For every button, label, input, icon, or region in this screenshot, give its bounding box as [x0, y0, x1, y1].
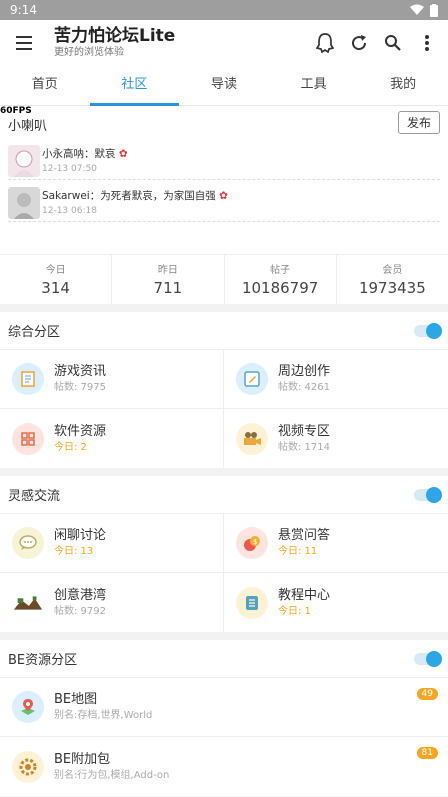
section-toggle[interactable] [414, 322, 442, 339]
tab-bar: 首页 社区 导读 工具 我的 [0, 66, 448, 106]
coins-icon: $ [236, 527, 268, 559]
fps-counter: 60FPS [0, 106, 32, 116]
message-text: Sakarwei：为死者默哀，为家国自强 [42, 189, 216, 202]
app-title: 苦力怕论坛Lite [54, 26, 176, 46]
count-badge: 81 [416, 747, 438, 759]
pencil-icon [236, 363, 268, 395]
battery-icon [430, 3, 438, 17]
refresh-icon[interactable] [348, 32, 370, 54]
rose-icon: ✿ [118, 147, 128, 160]
more-vert-icon[interactable] [416, 32, 438, 54]
tab-home[interactable]: 首页 [0, 66, 90, 105]
book-icon [236, 586, 268, 619]
forum-video[interactable]: 视频专区 帖数: 1714 [224, 409, 448, 468]
forum-be-addons[interactable]: BE附加包 别名:行为包,模组,Add-on 81 [0, 737, 448, 796]
map-pin-icon [12, 691, 44, 723]
tab-tools[interactable]: 工具 [269, 66, 359, 105]
chat-message[interactable]: Sakarwei：为死者默哀，为家国自强 ✿ 12-13 06:18 [8, 184, 440, 222]
section-title: 灵感交流 [8, 489, 61, 504]
section-title: BE资源分区 [8, 653, 78, 668]
stat-members: 会员 1973435 [358, 265, 426, 297]
stat-posts: 帖子 10186797 [225, 255, 337, 304]
status-bar: 9:14 [0, 0, 448, 20]
video-camera-icon [236, 422, 268, 455]
tab-guide[interactable]: 导读 [179, 66, 269, 105]
forum-game-news[interactable]: 游戏资讯 帖数: 7975 [0, 350, 224, 409]
svg-text:$: $ [253, 538, 257, 546]
gear-icon [12, 750, 44, 783]
message-time: 12-13 06:18 [42, 205, 97, 216]
wifi-icon [410, 4, 424, 15]
avatar [8, 144, 40, 177]
message-text: 小永高呐：默哀 [42, 147, 116, 160]
island-icon [12, 587, 44, 619]
stats-bar: 今日 314 昨日 711 帖子 10186797 会员 1973435 [0, 254, 448, 304]
tab-community[interactable]: 社区 [89, 66, 180, 106]
section-be: BE资源分区 BE地图 别名:存档,世界,World 49 BE附加包 别名:行为包… [0, 640, 448, 796]
forum-creative-harbor[interactable]: 创意港湾 帖数: 9792 [0, 573, 224, 632]
count-badge: 49 [416, 688, 438, 700]
chat-panel: 60FPS 小喇叭 发布 小永高呐：默哀 ✿ 12-13 07:50 Sakar… [0, 106, 448, 254]
stat-today: 今日 314 [0, 255, 113, 304]
apps-icon [12, 422, 44, 455]
ghost-icon[interactable] [314, 32, 336, 54]
chat-bubble-icon [12, 527, 44, 559]
forum-fan-creation[interactable]: 周边创作 帖数: 4261 [224, 350, 448, 409]
search-icon[interactable] [382, 32, 404, 54]
status-time: 9:14 [10, 3, 37, 17]
forum-chat[interactable]: 闲聊讨论 今日: 13 [0, 514, 224, 573]
document-icon [12, 363, 44, 395]
chat-message[interactable]: 小永高呐：默哀 ✿ 12-13 07:50 [8, 142, 440, 180]
post-button[interactable]: 发布 [397, 110, 440, 134]
forum-be-maps[interactable]: BE地图 别名:存档,世界,World 49 [0, 678, 448, 737]
section-toggle[interactable] [414, 486, 442, 503]
tab-mine[interactable]: 我的 [358, 66, 448, 105]
rose-icon: ✿ [219, 189, 228, 202]
menu-icon[interactable] [10, 29, 38, 57]
forum-bounty-qa[interactable]: $ 悬赏问答 今日: 11 [224, 514, 448, 573]
forum-software[interactable]: 软件资源 今日: 2 [0, 409, 224, 468]
section-inspiration: 灵感交流 闲聊讨论 今日: 13 $ 悬赏问答 今日: 11 创意港湾 帖数: 979… [0, 476, 448, 632]
app-subtitle: 更好的浏览体验 [54, 47, 124, 58]
section-toggle[interactable] [414, 650, 442, 667]
app-bar: 苦力怕论坛Lite 更好的浏览体验 [0, 20, 448, 66]
stat-yesterday: 昨日 711 [112, 255, 225, 304]
forum-tutorials[interactable]: 教程中心 今日: 1 [224, 573, 448, 632]
message-time: 12-13 07:50 [42, 163, 97, 174]
section-general: 综合分区 游戏资讯 帖数: 7975 周边创作 帖数: 4261 软件资源 今日: 2… [0, 312, 448, 468]
avatar [8, 186, 40, 219]
section-title: 综合分区 [8, 325, 61, 340]
